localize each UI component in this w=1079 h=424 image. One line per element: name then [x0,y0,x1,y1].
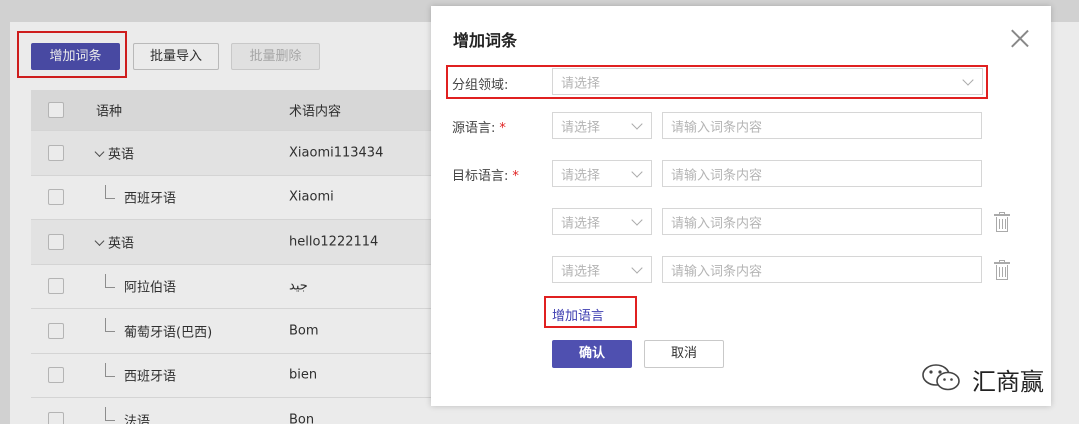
trash-icon[interactable] [994,260,1010,280]
input-placeholder: 请输入词条内容 [671,120,763,135]
target-language-select[interactable]: 请选择 [552,160,652,187]
chevron-down-icon [631,166,643,178]
add-language-highlight [544,296,637,328]
target-term-input[interactable]: 请输入词条内容 [662,256,982,283]
input-placeholder: 请输入词条内容 [671,264,763,279]
cancel-button[interactable]: 取消 [644,340,724,368]
input-placeholder: 请输入词条内容 [671,216,763,231]
select-placeholder: 请选择 [561,264,601,279]
close-icon[interactable] [1010,29,1030,49]
target-language-label: 目标语言: * [452,169,519,184]
add-entry-dialog: 增加词条 分组领域: 请选择 源语言: * 请选择 请输入词条内容 目标语言: * … [431,6,1051,406]
chevron-down-icon [631,214,643,226]
chevron-down-icon [631,118,643,130]
trash-icon[interactable] [994,212,1010,232]
input-placeholder: 请输入词条内容 [671,168,763,183]
source-language-select[interactable]: 请选择 [552,112,652,139]
select-placeholder: 请选择 [561,168,601,183]
target-language-select[interactable]: 请选择 [552,208,652,235]
required-mark: * [499,121,506,136]
select-placeholder: 请选择 [561,120,601,135]
select-placeholder: 请选择 [561,216,601,231]
wechat-icon [922,364,960,391]
source-term-input[interactable]: 请输入词条内容 [662,112,982,139]
source-language-label: 源语言: * [452,121,506,136]
required-mark: * [512,169,519,184]
target-term-input[interactable]: 请输入词条内容 [662,208,982,235]
group-field-highlight [446,65,988,99]
dialog-title: 增加词条 [453,31,518,50]
target-language-select[interactable]: 请选择 [552,256,652,283]
target-term-input[interactable]: 请输入词条内容 [662,160,982,187]
chevron-down-icon [631,262,643,274]
watermark-text: 汇商赢 [972,368,1044,396]
confirm-button[interactable]: 确认 [552,340,632,368]
